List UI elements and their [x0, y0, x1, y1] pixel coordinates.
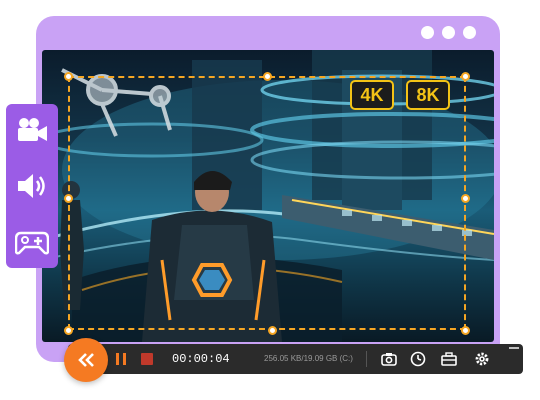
resize-handle-bottom-center[interactable]	[268, 326, 277, 335]
pause-button[interactable]	[112, 350, 130, 368]
resolution-badge-8k: 8K	[406, 80, 450, 110]
speaker-icon	[18, 174, 45, 198]
storage-info: 256.05 KB/19.09 GB (C:)	[264, 354, 353, 363]
stop-icon	[141, 353, 153, 365]
resize-handle-bottom-left[interactable]	[64, 326, 73, 335]
resolution-badge-4k: 4K	[350, 80, 394, 110]
window-dot-3[interactable]	[463, 26, 476, 39]
window-dot-2[interactable]	[442, 26, 455, 39]
resize-handle-top-center[interactable]	[263, 72, 272, 81]
double-chevron-left-icon	[78, 353, 94, 367]
recording-control-bar: 00:00:04 256.05 KB/19.09 GB (C:)	[68, 344, 523, 374]
toolbox-icon	[441, 352, 457, 366]
resize-handle-bottom-right[interactable]	[461, 326, 470, 335]
recording-time: 00:00:04	[172, 352, 230, 366]
camera-icon	[381, 353, 397, 366]
window-controls	[421, 26, 476, 39]
settings-button[interactable]	[473, 350, 491, 368]
game-record-tool[interactable]	[14, 224, 50, 260]
side-toolbar	[6, 104, 58, 268]
video-record-tool[interactable]	[14, 112, 50, 148]
resize-handle-middle-left[interactable]	[64, 194, 73, 203]
schedule-button[interactable]	[409, 350, 427, 368]
gamepad-icon	[15, 231, 49, 255]
pause-icon	[116, 353, 126, 365]
resize-handle-middle-right[interactable]	[461, 194, 470, 203]
resize-handle-top-right[interactable]	[461, 72, 470, 81]
stop-button[interactable]	[138, 350, 156, 368]
collapse-button[interactable]	[64, 338, 108, 382]
clock-icon	[410, 351, 426, 367]
gear-icon	[475, 352, 489, 366]
toolbox-button[interactable]	[440, 350, 458, 368]
resize-handle-top-left[interactable]	[64, 72, 73, 81]
video-camera-icon	[18, 118, 47, 141]
divider	[366, 351, 367, 367]
audio-record-tool[interactable]	[14, 168, 50, 204]
window-dot-1[interactable]	[421, 26, 434, 39]
minimize-button[interactable]	[509, 347, 519, 349]
screenshot-button[interactable]	[380, 350, 398, 368]
